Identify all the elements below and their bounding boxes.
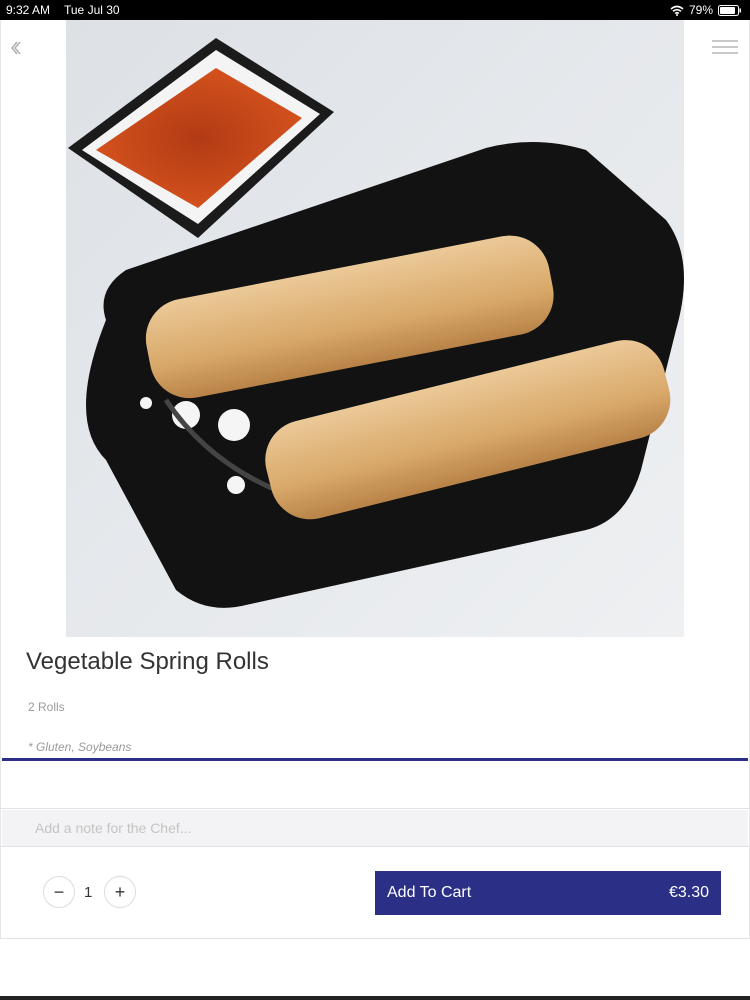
status-date: Tue Jul 30 bbox=[64, 3, 120, 17]
divider bbox=[0, 808, 750, 809]
battery-percent: 79% bbox=[688, 3, 713, 17]
product-image bbox=[66, 20, 684, 637]
wifi-icon bbox=[670, 5, 684, 16]
back-button[interactable] bbox=[6, 38, 26, 62]
status-right: 79% bbox=[670, 3, 742, 17]
status-time: 9:32 AM bbox=[6, 3, 51, 17]
quantity-value: 1 bbox=[84, 884, 93, 901]
product-allergens: * Gluten, Soybeans bbox=[28, 740, 132, 754]
add-to-cart-button[interactable]: Add To Cart €3.30 bbox=[375, 871, 721, 915]
add-to-cart-label: Add To Cart bbox=[387, 884, 472, 901]
hamburger-line bbox=[712, 52, 738, 54]
menu-button[interactable] bbox=[712, 40, 738, 58]
bottom-divider bbox=[0, 938, 750, 939]
divider bbox=[0, 846, 750, 847]
chef-note-input[interactable] bbox=[2, 810, 748, 846]
product-title: Vegetable Spring Rolls bbox=[26, 648, 269, 675]
increase-quantity-button[interactable]: + bbox=[104, 876, 136, 908]
status-bar: 9:32 AM Tue Jul 30 79% bbox=[0, 0, 750, 20]
accent-divider bbox=[2, 758, 748, 761]
decrease-quantity-button[interactable]: − bbox=[43, 876, 75, 908]
hamburger-icon bbox=[712, 40, 738, 42]
hamburger-line bbox=[712, 46, 738, 48]
bottom-bar bbox=[0, 996, 750, 1000]
battery-icon bbox=[718, 4, 742, 16]
chevron-left-icon bbox=[10, 40, 22, 61]
left-border bbox=[0, 20, 1, 938]
cart-price: €3.30 bbox=[668, 884, 709, 901]
product-description: 2 Rolls bbox=[28, 700, 65, 714]
